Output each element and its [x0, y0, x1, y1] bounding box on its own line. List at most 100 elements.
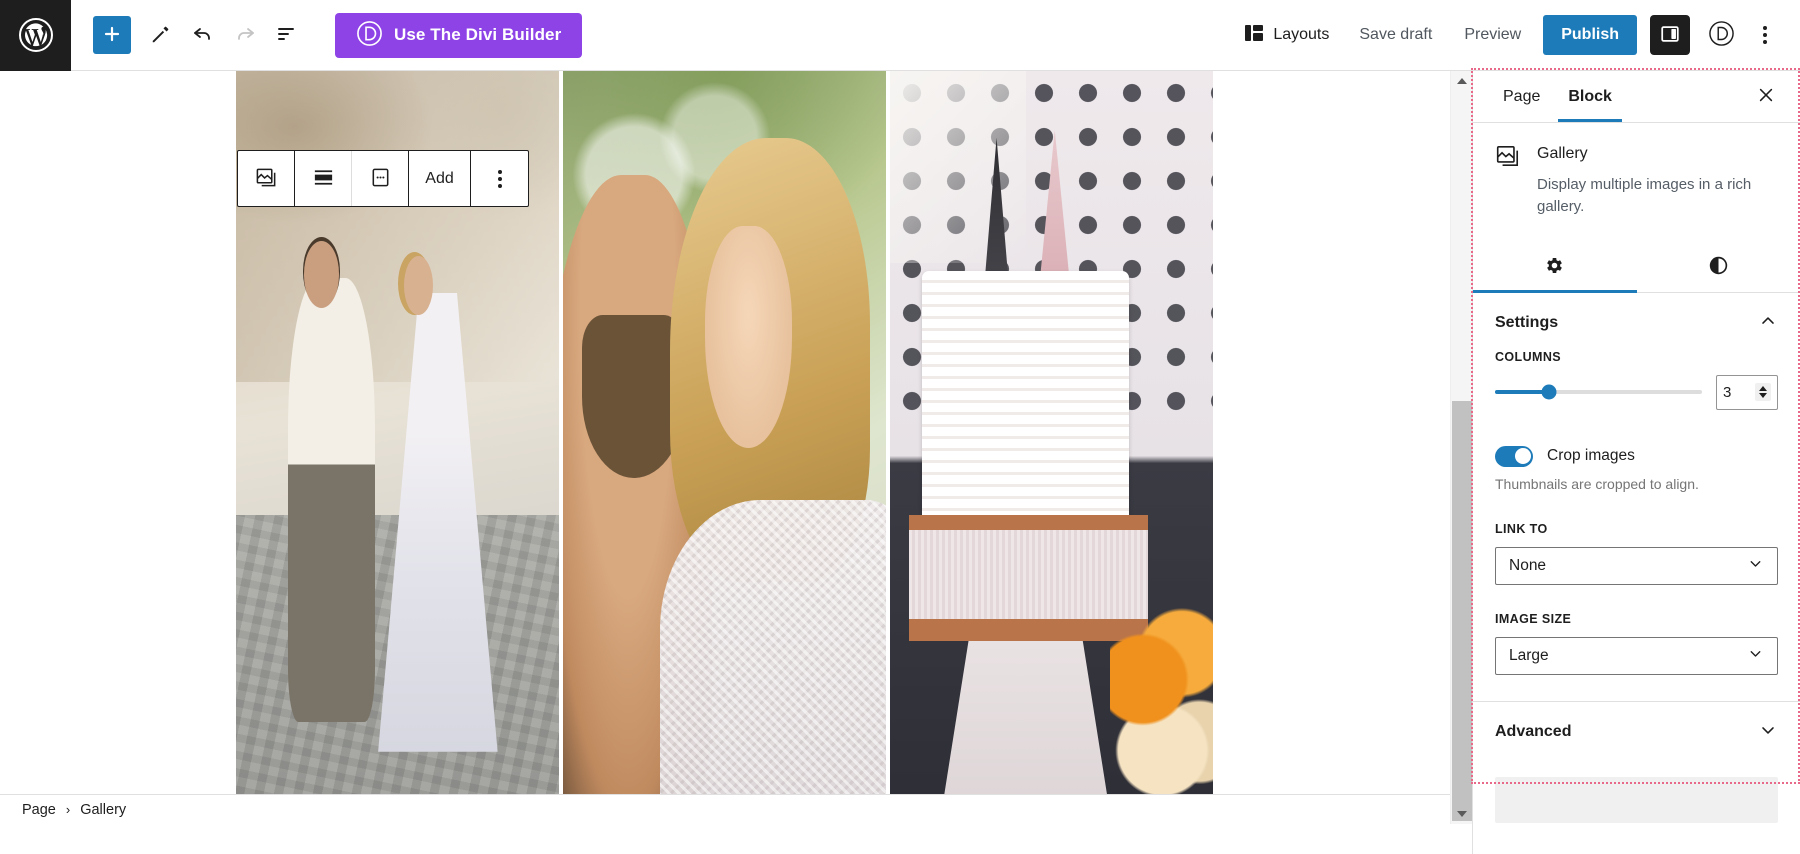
block-title: Gallery — [1537, 145, 1588, 162]
block-type-button[interactable] — [238, 151, 295, 206]
divi-circle-icon — [1708, 20, 1735, 50]
gallery-options-button[interactable] — [352, 151, 409, 206]
editor-canvas[interactable]: Add Page › Gallery — [0, 71, 1450, 824]
close-sidebar-button[interactable] — [1748, 79, 1784, 115]
more-options-box-icon — [369, 166, 392, 192]
cake-pedestal — [941, 640, 1110, 811]
gallery-image-couple-portrait[interactable] — [563, 71, 886, 811]
stepper-up-icon[interactable] — [1759, 386, 1767, 391]
layouts-button[interactable]: Layouts — [1230, 14, 1343, 56]
crop-images-toggle[interactable] — [1495, 445, 1533, 467]
columns-field: Columns 3 — [1473, 350, 1800, 410]
breadcrumb-item-page[interactable]: Page — [22, 802, 56, 818]
link-to-label: Link to — [1495, 521, 1548, 536]
edit-tool-button[interactable] — [140, 14, 182, 56]
divi-options-button[interactable] — [1700, 14, 1742, 56]
tab-page[interactable]: Page — [1489, 71, 1554, 122]
settings-panel-title: Settings — [1495, 314, 1559, 331]
settings-tab[interactable] — [1473, 242, 1637, 293]
list-view-icon — [275, 22, 299, 49]
block-description: Display multiple images in a rich galler… — [1537, 176, 1752, 215]
chevron-up-icon — [1758, 311, 1778, 336]
block-more-options-button[interactable] — [471, 151, 528, 206]
columns-slider[interactable] — [1495, 384, 1702, 400]
wordpress-logo-button[interactable] — [0, 0, 71, 71]
wordpress-logo-icon — [18, 17, 54, 53]
groom-head — [303, 241, 340, 308]
gallery-image-wedding-cake[interactable] — [890, 71, 1213, 811]
toggle-knob — [1514, 448, 1531, 464]
vertical-dots-icon — [1763, 26, 1767, 30]
preview-button[interactable]: Preview — [1448, 14, 1537, 56]
orange-fruit-garnish — [1109, 603, 1213, 811]
top-bar-left-tools: Use The Divi Builder — [71, 12, 583, 58]
styles-tab[interactable] — [1637, 242, 1800, 292]
save-draft-button[interactable]: Save draft — [1343, 14, 1448, 56]
groom-figure — [287, 278, 375, 723]
divi-button-label: Use The Divi Builder — [394, 25, 562, 44]
settings-panel-toggle-button[interactable] — [1650, 15, 1690, 55]
crop-images-label: Crop images — [1547, 447, 1635, 464]
editor-top-bar: Use The Divi Builder Layouts Save draft … — [0, 0, 1800, 71]
redo-button[interactable] — [224, 14, 266, 56]
gallery-block-icon — [1495, 143, 1521, 218]
align-wide-icon — [312, 166, 335, 192]
gear-icon — [1544, 255, 1565, 279]
contrast-circle-icon — [1708, 255, 1729, 279]
top-bar-right-tools: Layouts Save draft Preview Publish — [1230, 14, 1800, 56]
cake-tiers — [922, 270, 1130, 523]
breadcrumb-separator-icon: › — [65, 802, 71, 817]
add-block-button[interactable] — [93, 16, 131, 54]
layouts-grid-icon — [1244, 23, 1264, 48]
plus-icon — [102, 24, 122, 47]
align-button[interactable] — [295, 151, 352, 206]
chevron-down-icon — [1758, 720, 1778, 745]
block-info-card: Gallery Display multiple images in a ric… — [1473, 123, 1800, 218]
sidebar-placeholder-block — [1495, 776, 1778, 823]
link-to-select[interactable]: None — [1495, 546, 1778, 585]
advanced-panel-header[interactable]: Advanced — [1473, 702, 1800, 759]
light-wash — [890, 71, 1026, 264]
image-size-label: Image size — [1495, 611, 1572, 626]
columns-value: 3 — [1723, 383, 1732, 401]
columns-slider-thumb[interactable] — [1541, 384, 1557, 400]
scroll-down-button[interactable] — [1451, 804, 1473, 824]
block-toolbar: Add — [237, 150, 529, 207]
lace-texture — [659, 500, 886, 811]
scrollbar-thumb[interactable] — [1452, 401, 1472, 821]
undo-button[interactable] — [182, 14, 224, 56]
tab-block[interactable]: Block — [1554, 71, 1626, 122]
scroll-up-button[interactable] — [1451, 71, 1473, 91]
canvas-scrollbar[interactable] — [1450, 71, 1472, 824]
woman-face — [705, 226, 793, 449]
use-divi-builder-button[interactable]: Use The Divi Builder — [335, 12, 583, 58]
pencil-icon — [150, 23, 172, 48]
image-size-field: Image size Large — [1473, 612, 1800, 675]
undo-arrow-icon — [191, 22, 215, 49]
block-settings-sidebar: Page Block Gallery Display multiple imag… — [1472, 71, 1800, 854]
bride-head — [403, 256, 434, 316]
more-options-button[interactable] — [1746, 14, 1784, 56]
divi-logo-icon — [356, 20, 383, 50]
vertical-dots-icon — [497, 169, 502, 188]
stepper-down-icon[interactable] — [1759, 393, 1767, 398]
crop-images-row: Crop images — [1473, 416, 1800, 467]
settings-panel-header[interactable]: Settings — [1473, 293, 1800, 350]
image-size-value: Large — [1509, 646, 1549, 664]
link-to-value: None — [1509, 556, 1547, 574]
image-size-select[interactable]: Large — [1495, 636, 1778, 675]
crop-images-help: Thumbnails are cropped to align. — [1495, 475, 1699, 492]
chevron-down-icon — [1747, 555, 1764, 577]
redo-arrow-icon — [233, 22, 257, 49]
list-view-button[interactable] — [266, 14, 308, 56]
close-x-icon — [1757, 86, 1775, 107]
columns-stepper[interactable] — [1755, 383, 1771, 401]
sidebar-icon-tab-list — [1473, 242, 1800, 293]
columns-number-input[interactable]: 3 — [1716, 374, 1778, 410]
gallery-block-icon — [255, 166, 278, 192]
add-image-button[interactable]: Add — [409, 151, 471, 206]
sidebar-toggle-icon — [1659, 23, 1681, 48]
breadcrumb-item-gallery[interactable]: Gallery — [80, 802, 126, 818]
advanced-panel-title: Advanced — [1495, 723, 1572, 740]
publish-button[interactable]: Publish — [1543, 15, 1637, 55]
